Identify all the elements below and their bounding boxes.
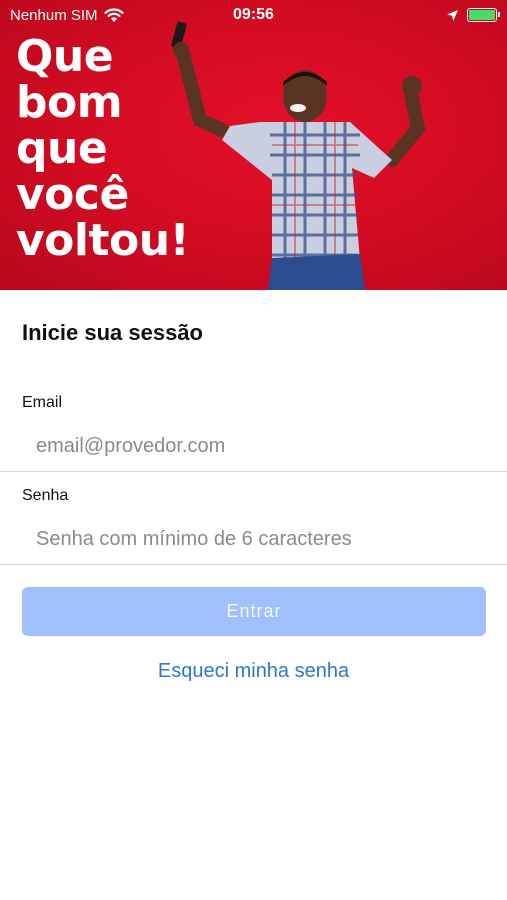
email-label: Email [22, 394, 63, 411]
login-button[interactable]: Entrar [22, 587, 486, 636]
status-left: Nenhum SIM [10, 7, 190, 24]
login-title: Inicie sua sessão [22, 320, 203, 345]
status-time: 09:56 [233, 6, 274, 23]
wifi-icon [103, 7, 124, 22]
forgot-password-link[interactable]: Esqueci minha senha [0, 660, 507, 683]
email-divider [0, 471, 507, 472]
celebrating-man-image [171, 21, 426, 290]
location-arrow-icon [447, 9, 458, 21]
status-bar: Nenhum SIM 09:56 [0, 0, 507, 30]
password-label: Senha [22, 487, 69, 504]
battery-level [469, 10, 495, 20]
battery-icon [467, 8, 500, 22]
password-divider [0, 564, 507, 565]
password-field[interactable] [0, 516, 507, 562]
carrier-label: Nenhum SIM [10, 6, 98, 24]
battery-cap [498, 12, 500, 17]
email-field[interactable] [0, 423, 507, 469]
status-right [377, 8, 500, 22]
hero-banner: Nenhum SIM 09:56 Que bom que você voltou… [0, 0, 507, 290]
